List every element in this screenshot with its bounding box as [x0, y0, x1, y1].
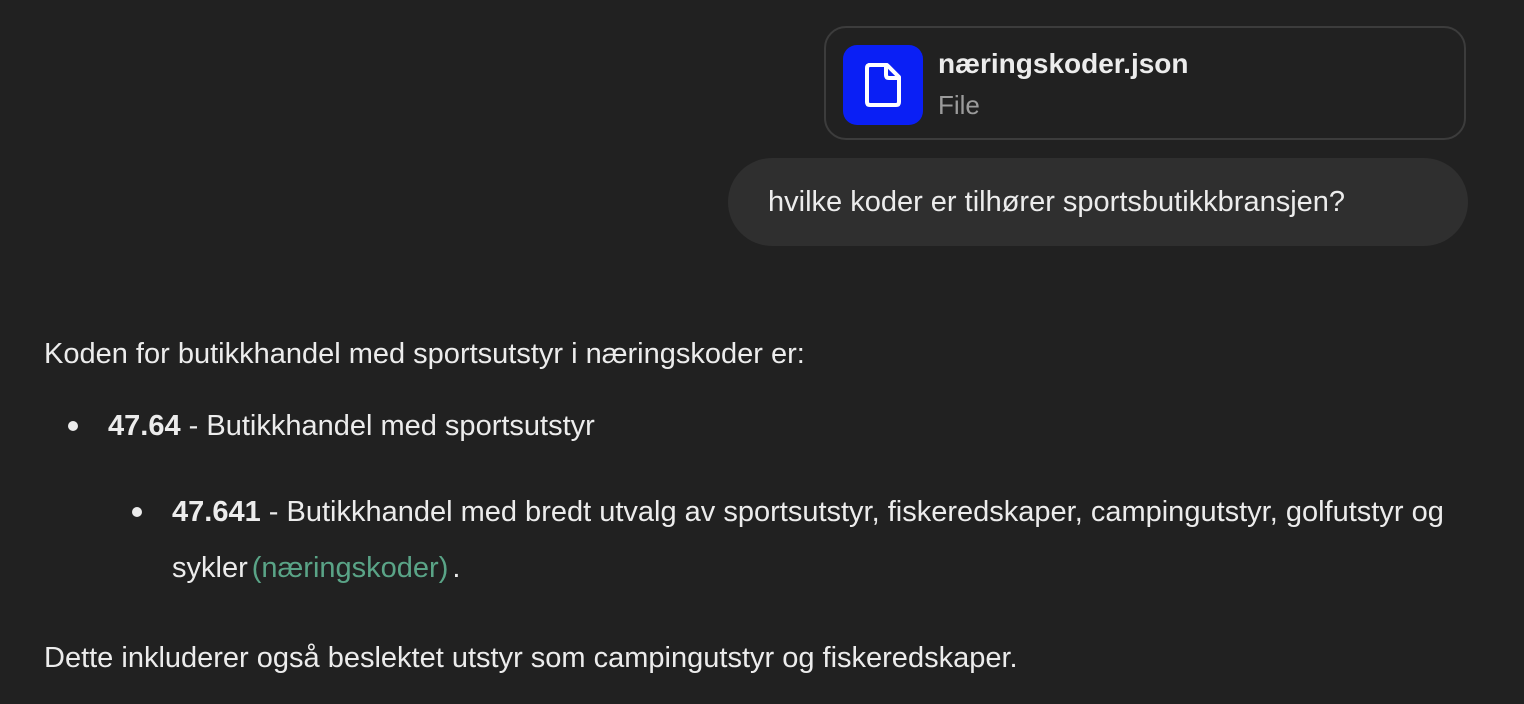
user-message-text: hvilke koder er tilhører sportsbutikkbra… [768, 185, 1346, 218]
user-message-bubble: hvilke koder er tilhører sportsbutikkbra… [728, 158, 1468, 246]
trailing-period: . [452, 552, 461, 584]
code-number: 47.64 [108, 410, 181, 442]
file-type-label: File [938, 90, 980, 120]
response-outro: Dette inkluderer også beslektet utstyr s… [44, 642, 1018, 674]
file-name: næringskoder.json [938, 48, 1189, 79]
code-number: 47.641 [172, 496, 261, 528]
chat-page: næringskoder.json File hvilke koder er t… [0, 0, 1524, 704]
file-icon-container [843, 45, 923, 125]
list-item: 47.641 - Butikkhandel med bredt utvalg a… [132, 484, 1462, 596]
code-description: - Butikkhandel med sportsutstyr [180, 410, 595, 442]
response-intro: Koden for butikkhandel med sportsutstyr … [44, 338, 805, 370]
file-attachment-card[interactable]: næringskoder.json File [824, 26, 1466, 140]
list-item: 47.64 - Butikkhandel med sportsutstyr [68, 404, 595, 448]
source-citation-link[interactable]: (næringskoder) [252, 552, 449, 584]
bullet-icon [68, 421, 78, 431]
bullet-icon [132, 507, 142, 517]
document-icon [865, 63, 901, 107]
